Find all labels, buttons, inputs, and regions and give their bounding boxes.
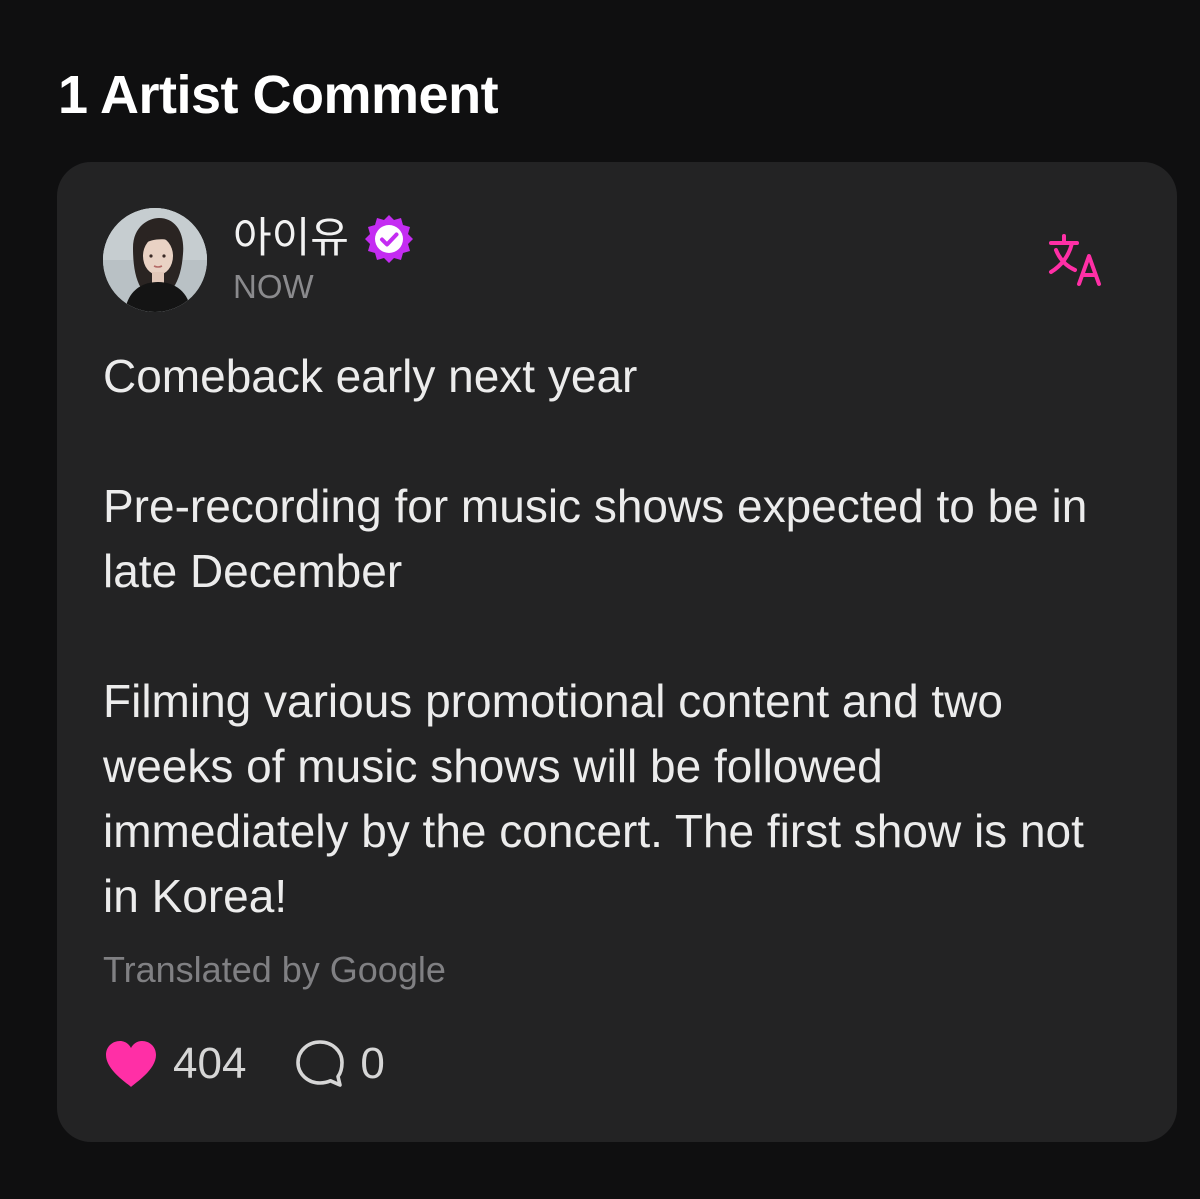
- reply-count: 0: [360, 1039, 385, 1088]
- avatar[interactable]: [103, 208, 207, 312]
- translate-icon: [1049, 234, 1101, 286]
- comment-actions: 404 0: [103, 1032, 385, 1096]
- like-button[interactable]: 404: [103, 1032, 246, 1096]
- verified-badge-icon: [364, 215, 413, 263]
- like-count: 404: [173, 1039, 247, 1088]
- paragraph-spacer: ​: [103, 604, 1113, 669]
- section-title: 1 Artist Comment: [58, 65, 499, 125]
- comment-body: Comeback early next year ​ Pre-recording…: [103, 344, 1113, 929]
- paragraph-spacer: ​: [103, 409, 1113, 474]
- artist-comment-card: 아이유 NOW Comeback early next year ​ Pre-r…: [57, 162, 1177, 1142]
- comment-timestamp: NOW: [233, 268, 314, 305]
- comment-bubble-icon: [296, 1040, 345, 1087]
- translated-by-label: Translated by Google: [103, 949, 446, 990]
- reply-button[interactable]: 0: [294, 1032, 385, 1096]
- comment-paragraph: Comeback early next year: [103, 350, 638, 402]
- comment-paragraph: Filming various promotional content and …: [103, 675, 1097, 922]
- author-header: 아이유: [233, 212, 415, 264]
- author-name[interactable]: 아이유: [233, 212, 349, 264]
- translate-button[interactable]: [1047, 232, 1111, 288]
- comment-paragraph: Pre-recording for music shows expected t…: [103, 480, 1101, 597]
- avatar-photo: [103, 208, 207, 312]
- heart-icon: [106, 1041, 156, 1087]
